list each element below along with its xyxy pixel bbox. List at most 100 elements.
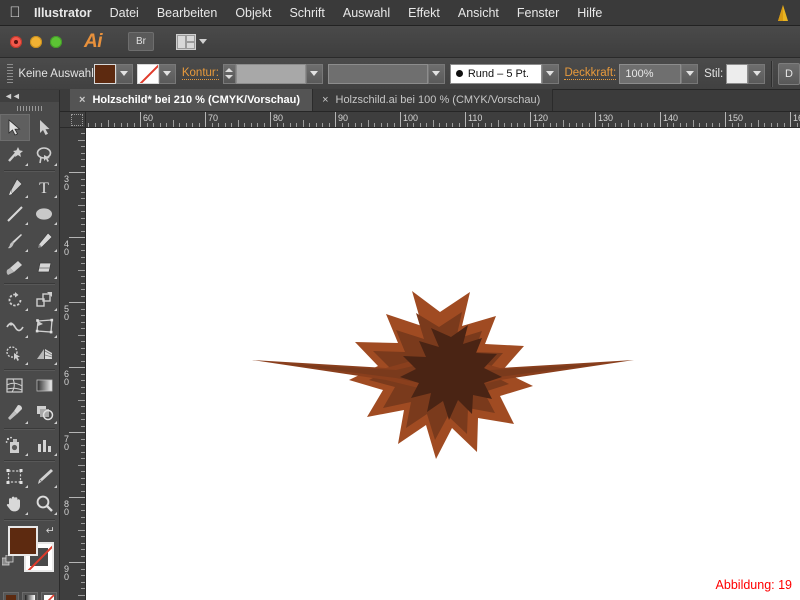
direct-selection-tool[interactable]: [30, 114, 60, 141]
apple-logo-icon[interactable]: : [0, 5, 30, 20]
warning-cone-icon[interactable]: [766, 4, 800, 22]
hand-tool[interactable]: [0, 490, 30, 517]
eraser-tool[interactable]: [30, 254, 60, 281]
ruler-tick: [81, 276, 85, 277]
ruler-tick: [647, 123, 648, 127]
ruler-tick: [101, 123, 102, 127]
vertical-ruler[interactable]: 30405060708090100: [60, 128, 86, 600]
arrange-documents-button[interactable]: [176, 33, 207, 50]
menu-item-objekt[interactable]: Objekt: [226, 0, 280, 26]
close-window-button[interactable]: [10, 35, 22, 48]
slice-tool[interactable]: [30, 463, 60, 490]
menu-item-fenster[interactable]: Fenster: [508, 0, 568, 26]
control-bar-grip[interactable]: [7, 63, 14, 84]
opacity-field[interactable]: 100%: [619, 63, 682, 84]
ruler-tick: [81, 166, 85, 167]
width-tool[interactable]: [0, 313, 30, 340]
stroke-profile-field[interactable]: [327, 63, 428, 84]
artboard-tool[interactable]: [0, 463, 30, 490]
menu-item-auswahl[interactable]: Auswahl: [334, 0, 399, 26]
menu-item-effekt[interactable]: Effekt: [399, 0, 449, 26]
lasso-tool[interactable]: [30, 141, 60, 168]
ruler-label: 80: [63, 499, 69, 517]
zoom-tool[interactable]: [30, 490, 60, 517]
application-bar: Ai Br: [0, 26, 800, 58]
ruler-tick: [777, 123, 778, 127]
opacity-dropdown[interactable]: [681, 63, 699, 84]
shape-builder-tool[interactable]: [0, 340, 30, 367]
ruler-origin-corner[interactable]: [60, 112, 86, 128]
ruler-tick: [732, 123, 733, 127]
ruler-tick: [81, 387, 85, 388]
document-setup-button[interactable]: D: [778, 62, 800, 85]
menu-app-name[interactable]: Illustrator: [30, 0, 101, 26]
brown-starburst-splat[interactable]: [86, 128, 800, 600]
stroke-profile-dropdown[interactable]: [427, 63, 445, 84]
pencil-tool[interactable]: [30, 227, 60, 254]
brush-definition-field[interactable]: Rund – 5 Pt.: [449, 63, 542, 84]
paintbrush-tool[interactable]: [0, 227, 30, 254]
toolbox-fill-swatch[interactable]: [8, 526, 38, 556]
stroke-weight-dropdown[interactable]: [305, 63, 323, 84]
control-bar-divider: [771, 60, 773, 87]
stroke-profile-control[interactable]: [327, 63, 445, 84]
document-canvas[interactable]: Abbildung: 19: [86, 128, 800, 600]
stroke-color-control[interactable]: [136, 63, 176, 84]
free-transform-tool[interactable]: [30, 313, 60, 340]
menu-item-datei[interactable]: Datei: [101, 0, 148, 26]
collapse-panel-icon[interactable]: ◄◄: [4, 91, 21, 101]
blend-tool[interactable]: [30, 399, 60, 426]
opacity-control[interactable]: 100%: [619, 63, 699, 84]
graphic-style-control[interactable]: [726, 63, 766, 84]
ruler-tick: [78, 400, 85, 401]
bridge-button[interactable]: Br: [128, 32, 154, 51]
menu-item-ansicht[interactable]: Ansicht: [449, 0, 508, 26]
eyedropper-tool[interactable]: [0, 399, 30, 426]
stroke-color-dropdown[interactable]: [158, 63, 176, 84]
swap-fill-stroke-icon[interactable]: ↵: [46, 524, 55, 537]
tools-panel-grip[interactable]: [0, 102, 59, 114]
ellipse-tool[interactable]: [30, 200, 60, 227]
perspective-grid-tool[interactable]: [30, 340, 60, 367]
blob-brush-tool[interactable]: [0, 254, 30, 281]
fill-color-control[interactable]: [93, 63, 133, 84]
stroke-color-swatch[interactable]: [136, 63, 159, 84]
gradient-tool[interactable]: [30, 372, 60, 399]
tab-holzschild-ai[interactable]: × Holzschild.ai bei 100 % (CMYK/Vorschau…: [313, 89, 554, 111]
ruler-tick: [231, 123, 232, 127]
none-mode-button[interactable]: [40, 592, 57, 600]
line-segment-tool[interactable]: [0, 200, 30, 227]
selection-tool[interactable]: [0, 114, 30, 141]
brush-definition-control[interactable]: Rund – 5 Pt.: [449, 63, 559, 84]
minimize-window-button[interactable]: [30, 35, 42, 48]
stroke-weight-field[interactable]: [235, 63, 306, 84]
zoom-window-button[interactable]: [50, 35, 62, 48]
tools-panel-header[interactable]: ◄◄: [0, 90, 59, 102]
tab-close-icon[interactable]: ×: [322, 94, 328, 106]
column-graph-tool[interactable]: [30, 431, 60, 458]
rotate-tool[interactable]: [0, 286, 30, 313]
magic-wand-tool[interactable]: [0, 141, 30, 168]
stroke-weight-stepper[interactable]: [222, 63, 236, 84]
ruler-tick: [420, 123, 421, 127]
gradient-mode-button[interactable]: [21, 592, 38, 600]
scale-tool[interactable]: [30, 286, 60, 313]
mesh-tool[interactable]: [0, 372, 30, 399]
fill-color-dropdown[interactable]: [115, 63, 133, 84]
color-mode-button[interactable]: [2, 592, 19, 600]
menu-item-hilfe[interactable]: Hilfe: [568, 0, 611, 26]
brush-definition-dropdown[interactable]: [541, 63, 559, 84]
menu-item-schrift[interactable]: Schrift: [280, 0, 333, 26]
menu-item-bearbeiten[interactable]: Bearbeiten: [148, 0, 226, 26]
fill-color-swatch[interactable]: [93, 63, 116, 84]
ruler-tick: [745, 123, 746, 127]
pen-tool[interactable]: [0, 173, 30, 200]
stroke-weight-control[interactable]: [222, 63, 323, 84]
type-tool[interactable]: T: [30, 173, 60, 200]
graphic-style-swatch[interactable]: [726, 63, 749, 84]
tab-close-icon[interactable]: ×: [79, 94, 85, 106]
horizontal-ruler[interactable]: 60708090100110120130140150160170: [86, 112, 800, 128]
graphic-style-dropdown[interactable]: [748, 63, 766, 84]
tab-holzschild-active[interactable]: × Holzschild* bei 210 % (CMYK/Vorschau): [70, 89, 314, 111]
symbol-sprayer-tool[interactable]: [0, 431, 30, 458]
